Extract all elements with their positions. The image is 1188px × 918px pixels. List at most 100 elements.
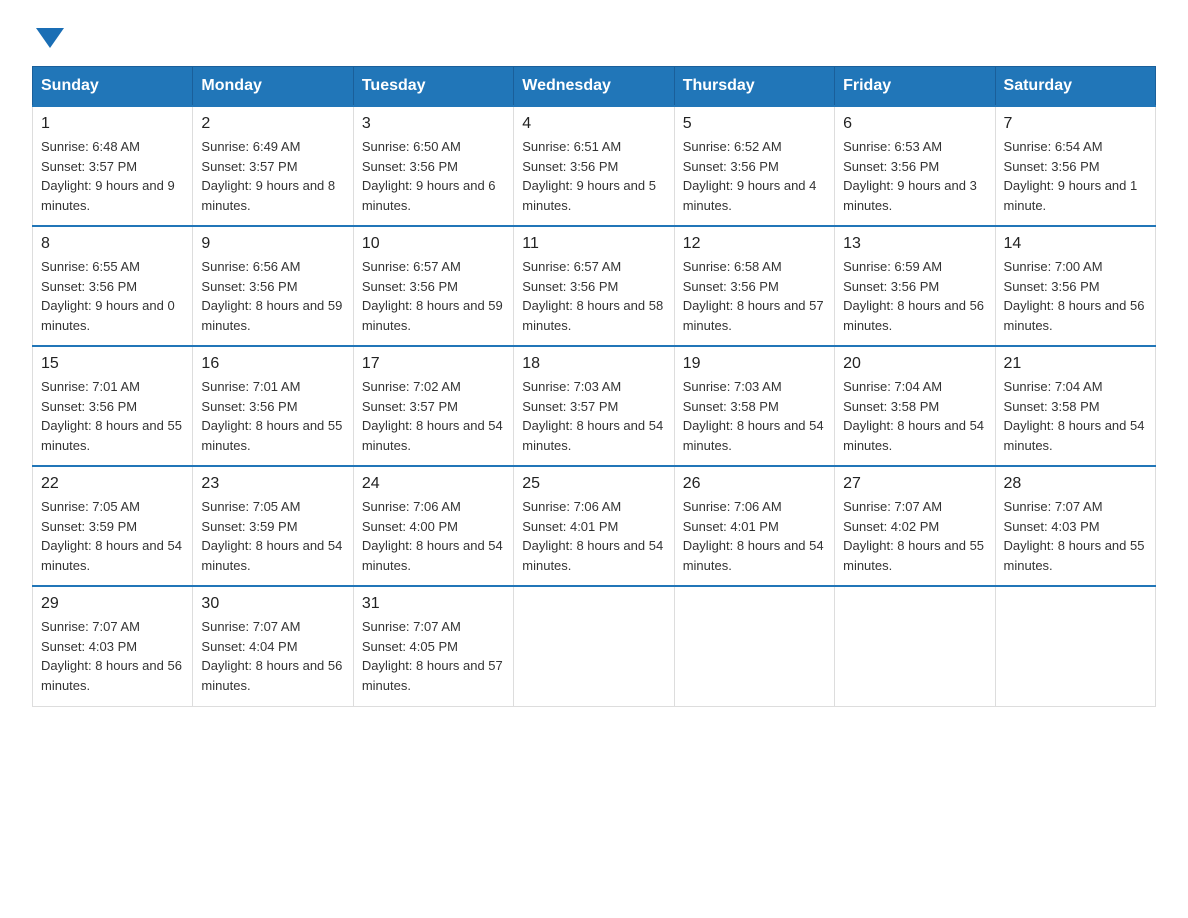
table-row: 5 Sunrise: 6:52 AM Sunset: 3:56 PM Dayli… bbox=[674, 106, 834, 226]
day-number: 31 bbox=[362, 595, 505, 613]
day-info: Sunrise: 7:07 AM Sunset: 4:05 PM Dayligh… bbox=[362, 617, 505, 695]
day-number: 23 bbox=[201, 475, 344, 493]
table-row: 13 Sunrise: 6:59 AM Sunset: 3:56 PM Dayl… bbox=[835, 226, 995, 346]
day-number: 8 bbox=[41, 235, 184, 253]
day-info: Sunrise: 6:50 AM Sunset: 3:56 PM Dayligh… bbox=[362, 137, 505, 215]
day-info: Sunrise: 7:06 AM Sunset: 4:00 PM Dayligh… bbox=[362, 497, 505, 575]
table-row: 15 Sunrise: 7:01 AM Sunset: 3:56 PM Dayl… bbox=[33, 346, 193, 466]
day-number: 7 bbox=[1004, 115, 1147, 133]
day-info: Sunrise: 6:56 AM Sunset: 3:56 PM Dayligh… bbox=[201, 257, 344, 335]
table-row: 28 Sunrise: 7:07 AM Sunset: 4:03 PM Dayl… bbox=[995, 466, 1155, 586]
day-number: 21 bbox=[1004, 355, 1147, 373]
day-info: Sunrise: 7:01 AM Sunset: 3:56 PM Dayligh… bbox=[41, 377, 184, 455]
day-info: Sunrise: 7:05 AM Sunset: 3:59 PM Dayligh… bbox=[201, 497, 344, 575]
table-row: 12 Sunrise: 6:58 AM Sunset: 3:56 PM Dayl… bbox=[674, 226, 834, 346]
day-number: 25 bbox=[522, 475, 665, 493]
table-row: 8 Sunrise: 6:55 AM Sunset: 3:56 PM Dayli… bbox=[33, 226, 193, 346]
day-number: 10 bbox=[362, 235, 505, 253]
day-number: 3 bbox=[362, 115, 505, 133]
col-saturday: Saturday bbox=[995, 67, 1155, 107]
table-row: 31 Sunrise: 7:07 AM Sunset: 4:05 PM Dayl… bbox=[353, 586, 513, 706]
calendar-week-2: 8 Sunrise: 6:55 AM Sunset: 3:56 PM Dayli… bbox=[33, 226, 1156, 346]
table-row: 26 Sunrise: 7:06 AM Sunset: 4:01 PM Dayl… bbox=[674, 466, 834, 586]
table-row: 10 Sunrise: 6:57 AM Sunset: 3:56 PM Dayl… bbox=[353, 226, 513, 346]
day-info: Sunrise: 7:07 AM Sunset: 4:04 PM Dayligh… bbox=[201, 617, 344, 695]
day-number: 5 bbox=[683, 115, 826, 133]
day-number: 16 bbox=[201, 355, 344, 373]
table-row: 3 Sunrise: 6:50 AM Sunset: 3:56 PM Dayli… bbox=[353, 106, 513, 226]
day-info: Sunrise: 7:07 AM Sunset: 4:02 PM Dayligh… bbox=[843, 497, 986, 575]
table-row: 1 Sunrise: 6:48 AM Sunset: 3:57 PM Dayli… bbox=[33, 106, 193, 226]
table-row: 30 Sunrise: 7:07 AM Sunset: 4:04 PM Dayl… bbox=[193, 586, 353, 706]
day-info: Sunrise: 7:06 AM Sunset: 4:01 PM Dayligh… bbox=[683, 497, 826, 575]
day-info: Sunrise: 7:04 AM Sunset: 3:58 PM Dayligh… bbox=[843, 377, 986, 455]
day-number: 4 bbox=[522, 115, 665, 133]
table-row: 18 Sunrise: 7:03 AM Sunset: 3:57 PM Dayl… bbox=[514, 346, 674, 466]
table-row: 14 Sunrise: 7:00 AM Sunset: 3:56 PM Dayl… bbox=[995, 226, 1155, 346]
table-row: 25 Sunrise: 7:06 AM Sunset: 4:01 PM Dayl… bbox=[514, 466, 674, 586]
day-number: 27 bbox=[843, 475, 986, 493]
day-number: 20 bbox=[843, 355, 986, 373]
table-row: 9 Sunrise: 6:56 AM Sunset: 3:56 PM Dayli… bbox=[193, 226, 353, 346]
col-friday: Friday bbox=[835, 67, 995, 107]
day-number: 19 bbox=[683, 355, 826, 373]
calendar-week-3: 15 Sunrise: 7:01 AM Sunset: 3:56 PM Dayl… bbox=[33, 346, 1156, 466]
table-row: 21 Sunrise: 7:04 AM Sunset: 3:58 PM Dayl… bbox=[995, 346, 1155, 466]
table-row: 16 Sunrise: 7:01 AM Sunset: 3:56 PM Dayl… bbox=[193, 346, 353, 466]
day-info: Sunrise: 7:00 AM Sunset: 3:56 PM Dayligh… bbox=[1004, 257, 1147, 335]
day-info: Sunrise: 6:48 AM Sunset: 3:57 PM Dayligh… bbox=[41, 137, 184, 215]
day-info: Sunrise: 7:05 AM Sunset: 3:59 PM Dayligh… bbox=[41, 497, 184, 575]
logo-triangle-icon bbox=[36, 28, 64, 48]
day-number: 9 bbox=[201, 235, 344, 253]
header-row: Sunday Monday Tuesday Wednesday Thursday… bbox=[33, 67, 1156, 107]
calendar-week-1: 1 Sunrise: 6:48 AM Sunset: 3:57 PM Dayli… bbox=[33, 106, 1156, 226]
day-info: Sunrise: 7:03 AM Sunset: 3:57 PM Dayligh… bbox=[522, 377, 665, 455]
day-number: 18 bbox=[522, 355, 665, 373]
logo bbox=[32, 24, 64, 48]
table-row: 11 Sunrise: 6:57 AM Sunset: 3:56 PM Dayl… bbox=[514, 226, 674, 346]
day-number: 13 bbox=[843, 235, 986, 253]
day-info: Sunrise: 7:06 AM Sunset: 4:01 PM Dayligh… bbox=[522, 497, 665, 575]
col-thursday: Thursday bbox=[674, 67, 834, 107]
day-info: Sunrise: 7:01 AM Sunset: 3:56 PM Dayligh… bbox=[201, 377, 344, 455]
day-info: Sunrise: 6:59 AM Sunset: 3:56 PM Dayligh… bbox=[843, 257, 986, 335]
day-number: 15 bbox=[41, 355, 184, 373]
table-row: 4 Sunrise: 6:51 AM Sunset: 3:56 PM Dayli… bbox=[514, 106, 674, 226]
table-row bbox=[995, 586, 1155, 706]
calendar-week-4: 22 Sunrise: 7:05 AM Sunset: 3:59 PM Dayl… bbox=[33, 466, 1156, 586]
col-monday: Monday bbox=[193, 67, 353, 107]
day-info: Sunrise: 6:54 AM Sunset: 3:56 PM Dayligh… bbox=[1004, 137, 1147, 215]
day-number: 29 bbox=[41, 595, 184, 613]
day-number: 26 bbox=[683, 475, 826, 493]
day-info: Sunrise: 6:53 AM Sunset: 3:56 PM Dayligh… bbox=[843, 137, 986, 215]
table-row: 20 Sunrise: 7:04 AM Sunset: 3:58 PM Dayl… bbox=[835, 346, 995, 466]
header bbox=[32, 24, 1156, 48]
day-info: Sunrise: 6:51 AM Sunset: 3:56 PM Dayligh… bbox=[522, 137, 665, 215]
day-info: Sunrise: 6:52 AM Sunset: 3:56 PM Dayligh… bbox=[683, 137, 826, 215]
table-row: 17 Sunrise: 7:02 AM Sunset: 3:57 PM Dayl… bbox=[353, 346, 513, 466]
table-row: 23 Sunrise: 7:05 AM Sunset: 3:59 PM Dayl… bbox=[193, 466, 353, 586]
day-number: 11 bbox=[522, 235, 665, 253]
day-info: Sunrise: 6:55 AM Sunset: 3:56 PM Dayligh… bbox=[41, 257, 184, 335]
table-row: 6 Sunrise: 6:53 AM Sunset: 3:56 PM Dayli… bbox=[835, 106, 995, 226]
day-number: 24 bbox=[362, 475, 505, 493]
day-info: Sunrise: 6:49 AM Sunset: 3:57 PM Dayligh… bbox=[201, 137, 344, 215]
calendar-week-5: 29 Sunrise: 7:07 AM Sunset: 4:03 PM Dayl… bbox=[33, 586, 1156, 706]
table-row: 2 Sunrise: 6:49 AM Sunset: 3:57 PM Dayli… bbox=[193, 106, 353, 226]
day-info: Sunrise: 7:07 AM Sunset: 4:03 PM Dayligh… bbox=[41, 617, 184, 695]
day-number: 6 bbox=[843, 115, 986, 133]
day-number: 30 bbox=[201, 595, 344, 613]
day-number: 28 bbox=[1004, 475, 1147, 493]
table-row: 29 Sunrise: 7:07 AM Sunset: 4:03 PM Dayl… bbox=[33, 586, 193, 706]
day-number: 12 bbox=[683, 235, 826, 253]
table-row: 19 Sunrise: 7:03 AM Sunset: 3:58 PM Dayl… bbox=[674, 346, 834, 466]
day-info: Sunrise: 7:03 AM Sunset: 3:58 PM Dayligh… bbox=[683, 377, 826, 455]
table-row bbox=[835, 586, 995, 706]
table-row bbox=[674, 586, 834, 706]
day-info: Sunrise: 6:57 AM Sunset: 3:56 PM Dayligh… bbox=[522, 257, 665, 335]
day-number: 17 bbox=[362, 355, 505, 373]
day-number: 14 bbox=[1004, 235, 1147, 253]
table-row bbox=[514, 586, 674, 706]
day-info: Sunrise: 6:58 AM Sunset: 3:56 PM Dayligh… bbox=[683, 257, 826, 335]
table-row: 24 Sunrise: 7:06 AM Sunset: 4:00 PM Dayl… bbox=[353, 466, 513, 586]
